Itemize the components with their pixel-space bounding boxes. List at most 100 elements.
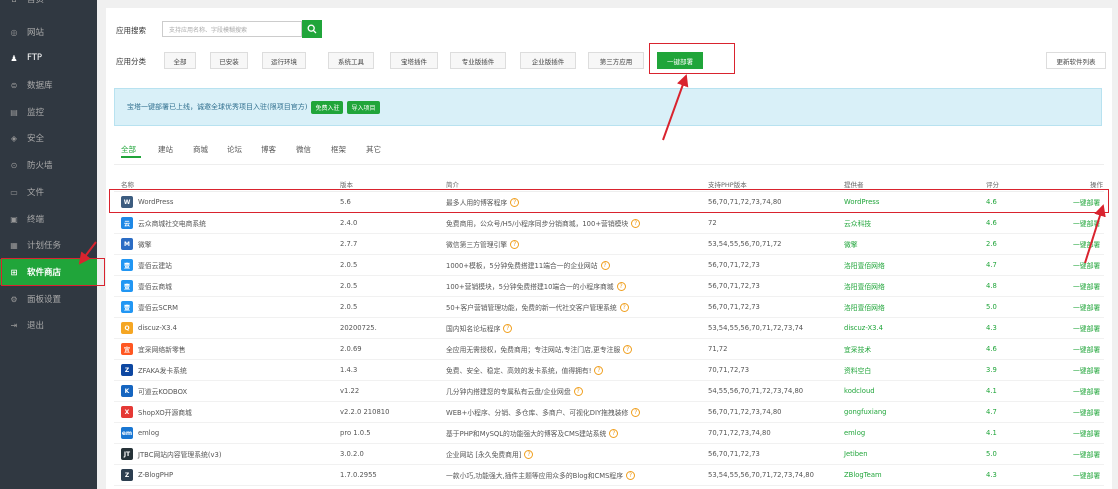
help-icon[interactable]: ?: [616, 281, 626, 291]
category-all[interactable]: 全部: [164, 52, 196, 69]
help-icon[interactable]: ?: [626, 470, 636, 480]
app-score: 2.6: [986, 240, 997, 248]
deploy-button[interactable]: 一键部署: [1073, 297, 1100, 317]
help-icon[interactable]: ?: [510, 197, 520, 207]
deploy-button[interactable]: 一键部署: [1073, 255, 1100, 275]
deploy-button[interactable]: 一键部署: [1073, 402, 1100, 422]
category-enterprise-plugins[interactable]: 企业版插件: [520, 52, 576, 69]
col-version: 版本: [340, 180, 353, 189]
sidebar-item-label: 计划任务: [27, 241, 62, 251]
app-provider[interactable]: 洛阳壹佰网络: [844, 276, 885, 296]
deploy-button[interactable]: 一键部署: [1073, 360, 1100, 380]
sidebar-item-home[interactable]: ⌂ 首页: [0, 0, 97, 6]
category-installed[interactable]: 已安装: [210, 52, 248, 69]
tab-all[interactable]: 全部: [121, 144, 136, 155]
help-icon[interactable]: ?: [619, 302, 629, 312]
deploy-button[interactable]: 一键部署: [1073, 318, 1100, 338]
import-project-button[interactable]: 导入项目: [347, 100, 380, 114]
active-tab-indicator: [121, 156, 141, 158]
tab-wechat[interactable]: 微信: [296, 144, 311, 155]
app-provider[interactable]: 宜采技术: [844, 339, 871, 359]
category-third-party[interactable]: 第三方应用: [588, 52, 644, 69]
sidebar-item-website[interactable]: ◎ 网站: [0, 19, 97, 45]
firewall-icon: ⊙: [10, 160, 18, 170]
tab-framework[interactable]: 框架: [331, 144, 346, 155]
app-score: 3.9: [986, 366, 997, 374]
app-desc-cell: 100+营销模块，5分钟免费搭建10端合一的小程序商城?: [446, 276, 626, 296]
deploy-button[interactable]: 一键部署: [1073, 423, 1100, 443]
search-button[interactable]: [302, 20, 322, 38]
tab-forum[interactable]: 论坛: [227, 144, 242, 155]
app-php: 70,71,72,73,74,80: [708, 429, 771, 437]
help-icon[interactable]: ?: [631, 218, 641, 228]
deploy-button[interactable]: 一键部署: [1073, 465, 1100, 485]
sidebar-item-cron[interactable]: ▦ 计划任务: [0, 232, 97, 258]
help-icon[interactable]: ?: [623, 344, 633, 354]
app-provider[interactable]: Jetiben: [844, 444, 868, 464]
app-provider[interactable]: gongfuxiang: [844, 402, 887, 422]
help-icon[interactable]: ?: [609, 428, 619, 438]
tab-site[interactable]: 建站: [158, 144, 173, 155]
app-desc: 100+营销模块，5分钟免费搭建10端合一的小程序商城: [446, 283, 614, 291]
app-provider[interactable]: emlog: [844, 423, 865, 443]
help-icon[interactable]: ?: [503, 323, 513, 333]
app-name: 壹佰云建站: [138, 262, 172, 270]
deploy-button[interactable]: 一键部署: [1073, 339, 1100, 359]
app-name-cell: Z ZFAKA发卡系统: [121, 360, 187, 380]
tab-blog[interactable]: 博客: [261, 144, 276, 155]
search-icon: [307, 24, 317, 34]
tab-other[interactable]: 其它: [366, 144, 381, 155]
app-provider[interactable]: WordPress: [844, 192, 879, 212]
help-icon[interactable]: ?: [524, 449, 534, 459]
terminal-icon: ▣: [10, 214, 18, 224]
sidebar-item-monitor[interactable]: ▤ 监控: [0, 99, 97, 125]
app-provider[interactable]: 洛阳壹佰网络: [844, 255, 885, 275]
join-free-button[interactable]: 免费入驻: [311, 100, 344, 114]
sidebar-item-files[interactable]: ▭ 文件: [0, 179, 97, 205]
update-software-list-button[interactable]: 更新软件列表: [1046, 52, 1106, 69]
sidebar-item-ftp[interactable]: ♟ FTP: [0, 45, 97, 71]
table-row: 壹壹佰云建站 2.0.5 1000+模板，5分钟免费搭建11端合一的企业网站? 56,…: [114, 255, 1104, 276]
category-pro-plugins[interactable]: 专业版插件: [450, 52, 506, 69]
sidebar-item-label: 首页: [27, 0, 45, 5]
help-icon[interactable]: ?: [631, 407, 641, 417]
app-php: 70,71,72,73: [708, 366, 750, 374]
sidebar-item-settings[interactable]: ⚙ 面板设置: [0, 286, 97, 312]
table-header: 名称 版本 简介 支持PHP版本 提供者 评分 操作: [114, 176, 1104, 192]
deploy-button[interactable]: 一键部署: [1073, 192, 1100, 212]
app-desc-cell: 最多人用的博客程序?: [446, 192, 520, 212]
app-provider[interactable]: 洛阳壹佰网络: [844, 297, 885, 317]
app-name-cell: W WordPress: [121, 192, 173, 212]
sidebar-item-firewall[interactable]: ⊙ 防火墙: [0, 152, 97, 178]
help-icon[interactable]: ?: [594, 365, 604, 375]
app-provider[interactable]: 微擎: [844, 234, 858, 254]
category-bt-plugins[interactable]: 宝塔插件: [390, 52, 438, 69]
category-one-click-deploy[interactable]: 一键部署: [657, 52, 703, 69]
deploy-button[interactable]: 一键部署: [1073, 381, 1100, 401]
help-icon[interactable]: ?: [510, 239, 520, 249]
app-provider[interactable]: kodcloud: [844, 381, 875, 401]
deploy-button[interactable]: 一键部署: [1073, 276, 1100, 296]
app-provider[interactable]: ZBlogTeam: [844, 465, 882, 485]
app-name: Z-BlogPHP: [138, 471, 174, 479]
app-desc: 几分钟内搭建您的专属私有云盘/企业网盘: [446, 388, 571, 396]
sidebar-item-database[interactable]: ⊜ 数据库: [0, 72, 97, 98]
sidebar-item-software-store[interactable]: ⊞ 软件商店: [0, 259, 97, 285]
deploy-button[interactable]: 一键部署: [1073, 444, 1100, 464]
category-runtime[interactable]: 运行环境: [262, 52, 306, 69]
help-icon[interactable]: ?: [573, 386, 583, 396]
sidebar-item-security[interactable]: ◈ 安全: [0, 125, 97, 151]
sidebar-item-label: 监控: [27, 108, 45, 118]
category-system-tools[interactable]: 系统工具: [328, 52, 374, 69]
app-provider[interactable]: 资料空白: [844, 360, 871, 380]
app-provider[interactable]: 云众科技: [844, 213, 871, 233]
app-provider[interactable]: discuz-X3.4: [844, 318, 883, 338]
search-input[interactable]: 支持应用名称、字段模糊搜索: [162, 21, 302, 37]
deploy-button[interactable]: 一键部署: [1073, 213, 1100, 233]
help-icon[interactable]: ?: [600, 260, 610, 270]
app-name-cell: K 可道云KODBOX: [121, 381, 187, 401]
tab-shop[interactable]: 商城: [193, 144, 208, 155]
deploy-button[interactable]: 一键部署: [1073, 234, 1100, 254]
sidebar-item-logout[interactable]: ⇥ 退出: [0, 312, 97, 338]
sidebar-item-terminal[interactable]: ▣ 终端: [0, 206, 97, 232]
